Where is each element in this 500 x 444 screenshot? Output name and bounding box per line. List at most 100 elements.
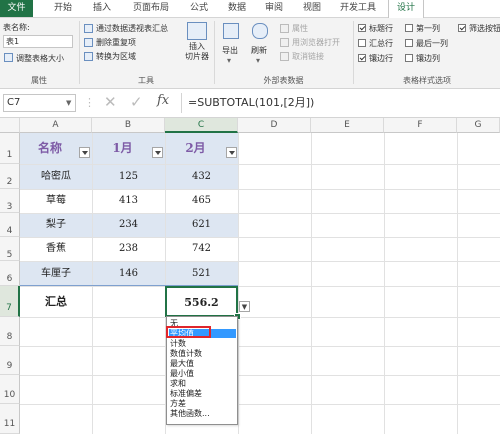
column-header-d[interactable]: D bbox=[238, 118, 311, 133]
row-header[interactable]: 3 bbox=[0, 189, 20, 213]
unlink-button[interactable]: 取消链接 bbox=[292, 51, 324, 62]
table-header-feb: 2月 bbox=[185, 141, 206, 155]
resize-table-icon bbox=[4, 53, 13, 62]
cell-name[interactable]: 草莓 bbox=[20, 189, 92, 213]
cell-feb[interactable]: 742 bbox=[165, 237, 238, 261]
column-header-a[interactable]: A bbox=[20, 118, 92, 133]
name-box-chevron-icon[interactable]: ▼ bbox=[66, 99, 71, 107]
convert-to-range-button[interactable]: 转换为区域 bbox=[96, 51, 136, 62]
enter-icon[interactable]: ✓ bbox=[130, 93, 143, 111]
banded-columns-checkbox[interactable] bbox=[405, 54, 413, 62]
cell-name[interactable]: 梨子 bbox=[20, 213, 92, 237]
cell-jan[interactable]: 413 bbox=[92, 189, 165, 213]
properties-button[interactable]: 属性 bbox=[292, 23, 308, 34]
cell-feb[interactable]: 621 bbox=[165, 213, 238, 237]
refresh-dropdown-chevron-icon[interactable]: ▾ bbox=[256, 56, 260, 65]
cell-name[interactable]: 哈密瓜 bbox=[20, 164, 92, 189]
cell-name[interactable]: 香蕉 bbox=[20, 237, 92, 261]
row-header[interactable]: 8 bbox=[0, 317, 20, 346]
cell-jan[interactable]: 125 bbox=[92, 164, 165, 189]
total-value-cell[interactable]: 556.2 bbox=[165, 286, 238, 317]
last-column-checkbox[interactable] bbox=[405, 39, 413, 47]
group-label-style-options: 表格样式选项 bbox=[403, 76, 451, 85]
column-header-b[interactable]: B bbox=[92, 118, 165, 133]
dropdown-option[interactable]: 其他函数... bbox=[169, 409, 236, 418]
tab-page-layout[interactable]: 页面布局 bbox=[126, 0, 176, 17]
row-header[interactable]: 1 bbox=[0, 133, 20, 164]
export-button[interactable]: 导出 bbox=[222, 45, 238, 56]
formula-bar-divider bbox=[181, 93, 182, 113]
column-header-g[interactable]: G bbox=[457, 118, 500, 133]
group-label-external: 外部表数据 bbox=[263, 76, 304, 85]
dropdown-option[interactable]: 标准偏差 bbox=[169, 389, 236, 398]
table-name-label: 表名称: bbox=[3, 23, 30, 32]
tab-file[interactable]: 文件 bbox=[0, 0, 33, 17]
total-row-checkbox[interactable] bbox=[358, 39, 366, 47]
table-header-name: 名称 bbox=[37, 141, 62, 155]
dropdown-option[interactable]: 求和 bbox=[169, 379, 236, 388]
summarize-pivot-button[interactable]: 通过数据透视表汇总 bbox=[96, 23, 168, 34]
cell-feb[interactable]: 432 bbox=[165, 164, 238, 189]
select-all-corner[interactable] bbox=[0, 118, 20, 133]
refresh-icon bbox=[252, 23, 268, 39]
filter-dropdown-icon[interactable] bbox=[79, 147, 90, 158]
total-label[interactable]: 汇总 bbox=[20, 286, 92, 317]
tab-data[interactable]: 数据 bbox=[222, 0, 252, 17]
first-column-checkbox[interactable] bbox=[405, 24, 413, 32]
column-header-e[interactable]: E bbox=[311, 118, 384, 133]
row-header[interactable]: 9 bbox=[0, 346, 20, 375]
row-header[interactable]: 2 bbox=[0, 164, 20, 189]
tab-formulas[interactable]: 公式 bbox=[184, 0, 214, 17]
remove-duplicates-icon bbox=[84, 38, 93, 47]
filter-dropdown-icon[interactable] bbox=[152, 147, 163, 158]
row-header[interactable]: 6 bbox=[0, 261, 20, 286]
dropdown-option[interactable]: 数值计数 bbox=[169, 349, 236, 358]
cell-jan[interactable]: 146 bbox=[92, 261, 165, 286]
column-header-f[interactable]: F bbox=[384, 118, 457, 133]
refresh-button[interactable]: 刷新 bbox=[251, 45, 267, 56]
export-dropdown-chevron-icon[interactable]: ▾ bbox=[227, 56, 231, 65]
gridline bbox=[20, 286, 500, 287]
table-header-jan: 1月 bbox=[112, 141, 133, 155]
row-header[interactable]: 11 bbox=[0, 404, 20, 434]
tab-developer[interactable]: 开发工具 bbox=[334, 0, 382, 17]
insert-function-icon[interactable]: fx bbox=[157, 93, 169, 108]
gridline bbox=[311, 133, 312, 434]
table-name-input[interactable]: 表1 bbox=[3, 35, 73, 48]
header-row-checkbox[interactable] bbox=[358, 24, 366, 32]
tab-review[interactable]: 审阅 bbox=[259, 0, 289, 17]
tab-view[interactable]: 视图 bbox=[297, 0, 327, 17]
formula-input[interactable]: =SUBTOTAL(101,[2月]) bbox=[188, 94, 497, 112]
banded-rows-checkbox[interactable] bbox=[358, 54, 366, 62]
tab-design[interactable]: 设计 bbox=[388, 0, 424, 19]
column-header-c[interactable]: C bbox=[165, 118, 238, 133]
tab-insert[interactable]: 插入 bbox=[87, 0, 117, 17]
row-header[interactable]: 4 bbox=[0, 213, 20, 237]
gridline bbox=[384, 133, 385, 434]
row-header[interactable]: 10 bbox=[0, 375, 20, 404]
row-header[interactable]: 7 bbox=[0, 286, 20, 317]
filter-button-checkbox[interactable] bbox=[458, 24, 466, 32]
cell-feb[interactable]: 521 bbox=[165, 261, 238, 286]
cancel-icon[interactable]: ✕ bbox=[104, 93, 117, 111]
ribbon-tab-strip: 文件 开始 插入 页面布局 公式 数据 审阅 视图 开发工具 设计 bbox=[0, 0, 500, 19]
open-in-browser-button[interactable]: 用浏览器打开 bbox=[292, 37, 340, 48]
cell-jan[interactable]: 234 bbox=[92, 213, 165, 237]
insert-slicer-button[interactable]: 插入 切片器 bbox=[183, 42, 211, 62]
remove-duplicates-button[interactable]: 删除重复项 bbox=[96, 37, 136, 48]
pivot-icon bbox=[84, 24, 93, 33]
row-header[interactable]: 5 bbox=[0, 237, 20, 261]
dropdown-option[interactable]: 方差 bbox=[169, 399, 236, 408]
cell-feb[interactable]: 465 bbox=[165, 189, 238, 213]
cell-jan[interactable]: 238 bbox=[92, 237, 165, 261]
ribbon: 表名称: 表1 调整表格大小 属性 通过数据透视表汇总 删除重复项 转换为区域 … bbox=[0, 18, 500, 89]
dropdown-option[interactable]: 最小值 bbox=[169, 369, 236, 378]
gridline bbox=[457, 133, 458, 434]
total-dropdown-chevron-icon[interactable]: ▼ bbox=[239, 301, 250, 312]
resize-table-button[interactable]: 调整表格大小 bbox=[16, 53, 64, 64]
tab-home[interactable]: 开始 bbox=[48, 0, 78, 17]
filter-dropdown-icon[interactable] bbox=[226, 147, 237, 158]
dropdown-option[interactable]: 最大值 bbox=[169, 359, 236, 368]
dropdown-option[interactable]: 计数 bbox=[169, 339, 236, 348]
cell-name[interactable]: 车厘子 bbox=[20, 261, 92, 286]
